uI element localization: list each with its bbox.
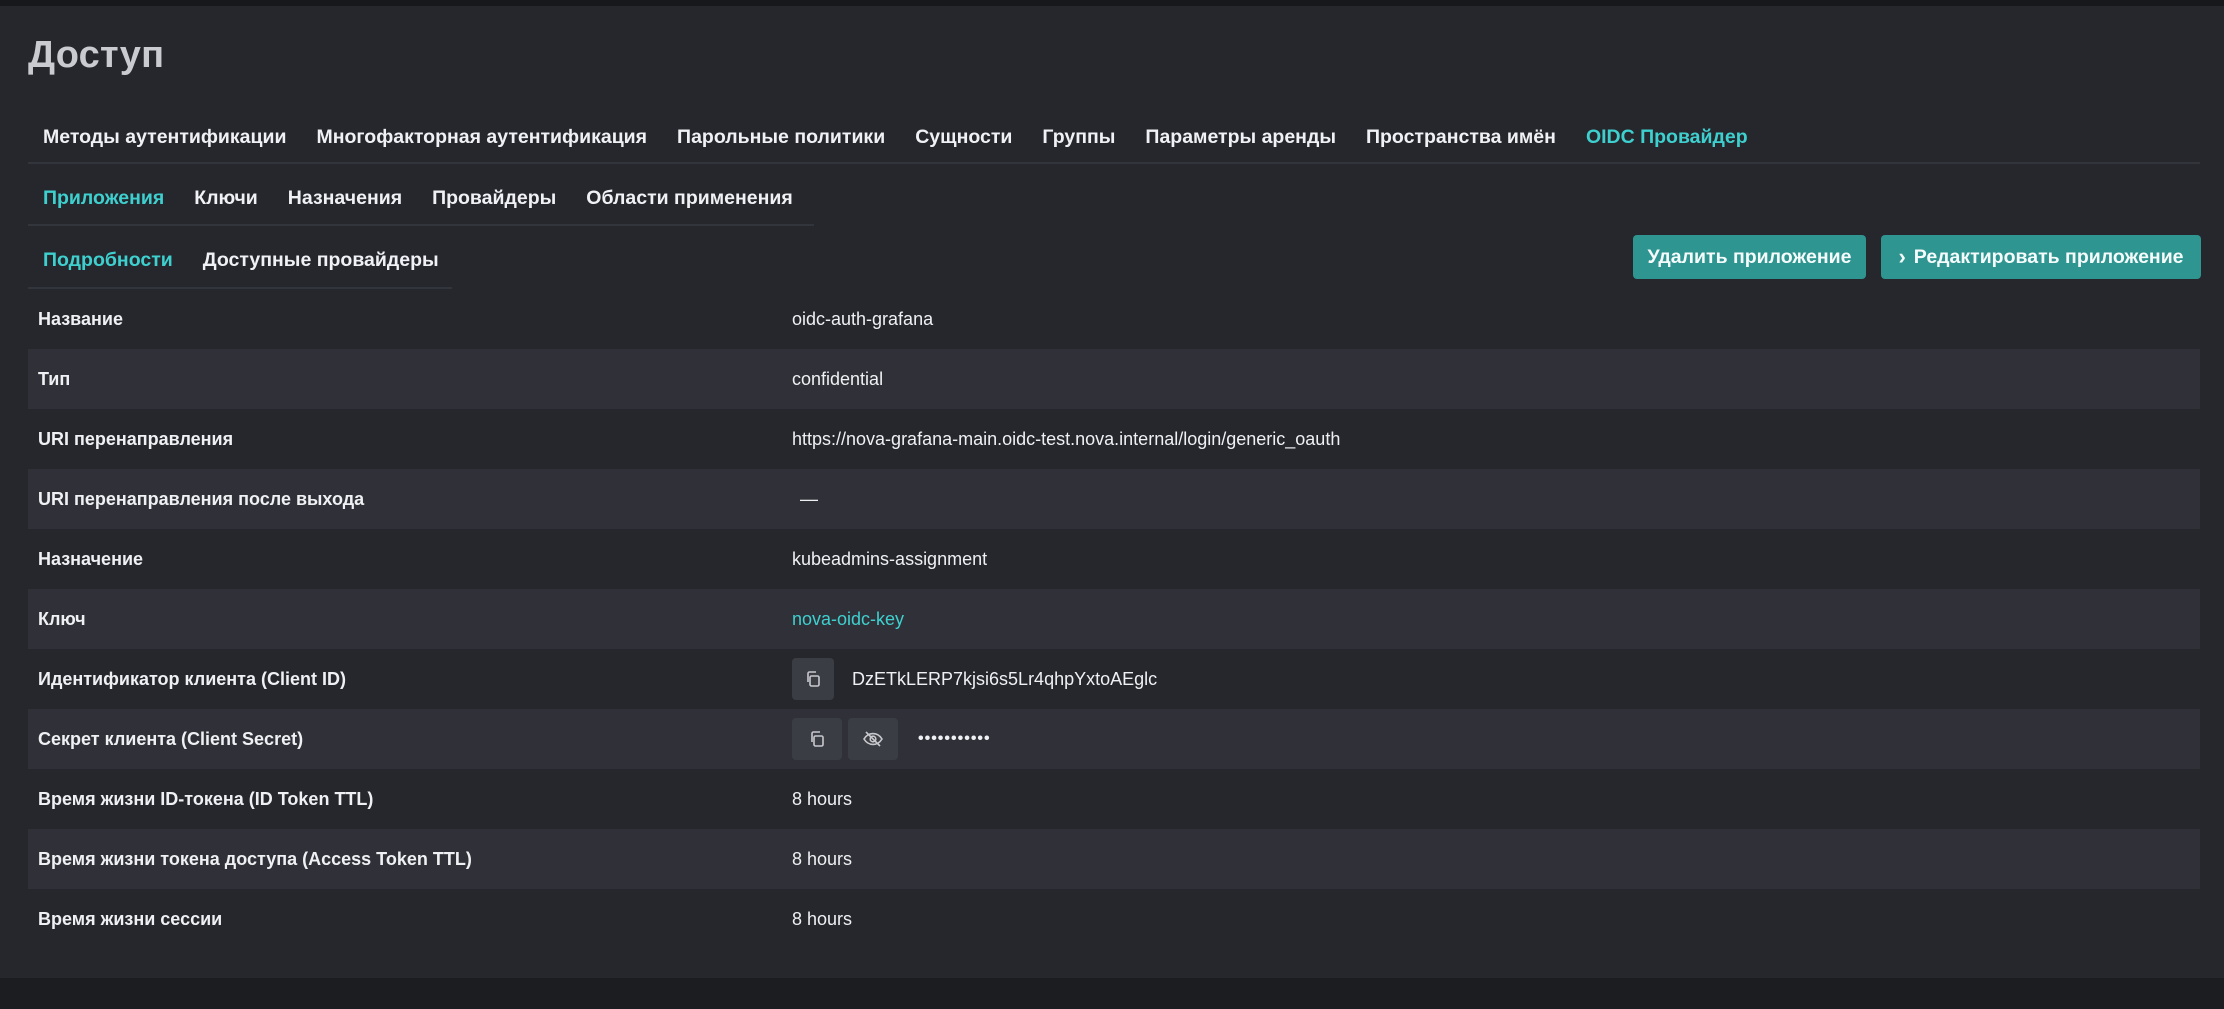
tab-groups[interactable]: Группы [1027,112,1130,164]
tab-namespaces[interactable]: Пространства имён [1351,112,1571,164]
edit-application-button[interactable]: › Редактировать приложение [1881,235,2201,279]
detail-label: Идентификатор клиента (Client ID) [38,668,346,689]
page-footer-area [0,978,2224,1009]
detail-row-access-token-ttl: Время жизни токена доступа (Access Token… [28,829,2200,889]
eye-off-icon [863,731,883,747]
detail-label: Название [38,308,123,329]
detail-value-assignment: kubeadmins-assignment [792,548,988,569]
detail-label: Время жизни сессии [38,908,223,929]
tab-available-providers[interactable]: Доступные провайдеры [188,234,454,289]
detail-row-redirect-uri: URI перенаправления https://nova-grafana… [28,409,2200,469]
detail-label: Время жизни токена доступа (Access Token… [38,848,472,869]
tab-applications[interactable]: Приложения [28,172,180,226]
detail-label: URI перенаправления [38,428,234,449]
delete-application-label: Удалить приложение [1647,245,1852,268]
tab-entities[interactable]: Сущности [900,112,1027,164]
page-title: Доступ [28,34,165,76]
detail-row-logout-redirect-uri: URI перенаправления после выхода — [28,469,2200,529]
tab-keys[interactable]: Ключи [179,172,273,226]
detail-value-client-secret-wrap: ••••••••••• [792,718,991,760]
key-link[interactable]: nova-oidc-key [792,609,904,630]
copy-icon [811,731,824,747]
detail-row-name: Название oidc-auth-grafana [28,289,2200,349]
tab-providers[interactable]: Провайдеры [417,172,571,226]
detail-row-session-ttl: Время жизни сессии 8 hours [28,889,2200,949]
detail-row-assignment: Назначение kubeadmins-assignment [28,529,2200,589]
detail-value-client-id-wrap: DzETkLERP7kjsi6s5Lr4qhpYxtoAEglc [792,658,1157,700]
detail-value-client-id: DzETkLERP7kjsi6s5Lr4qhpYxtoAEglc [852,668,1158,689]
detail-value-name: oidc-auth-grafana [792,308,934,329]
copy-client-secret-button[interactable] [792,718,842,760]
tab-password-policies[interactable]: Парольные политики [662,112,900,164]
application-details-table: Название oidc-auth-grafana Тип confident… [28,289,2200,949]
detail-label: Тип [38,368,71,389]
detail-row-client-secret: Секрет клиента (Client Secret) •••••••••… [28,709,2200,769]
detail-value-redirect-uri: https://nova-grafana-main.oidc-test.nova… [792,428,1341,449]
copy-icon [807,671,820,687]
detail-value-logout-redirect-uri: — [800,488,818,509]
detail-value-access-token-ttl: 8 hours [792,848,853,869]
detail-label: Время жизни ID-токена (ID Token TTL) [38,788,374,809]
detail-label: Назначение [38,548,144,569]
detail-value-type: confidential [792,368,884,389]
tab-auth-methods[interactable]: Методы аутентификации [28,112,301,164]
chevron-right-icon: › [1898,244,1906,269]
access-tabs: Методы аутентификации Многофакторная аут… [28,112,1763,164]
delete-application-button[interactable]: Удалить приложение [1633,235,1866,279]
detail-value-session-ttl: 8 hours [792,908,853,929]
detail-value-client-secret: ••••••••••• [918,730,991,747]
access-tabs-divider [28,162,2200,164]
detail-row-id-token-ttl: Время жизни ID-токена (ID Token TTL) 8 h… [28,769,2200,829]
application-tabs: Подробности Доступные провайдеры [28,234,454,289]
tab-oidc-provider[interactable]: OIDC Провайдер [1570,112,1763,164]
detail-value-id-token-ttl: 8 hours [792,788,853,809]
tab-assignments[interactable]: Назначения [273,172,417,226]
copy-client-id-button[interactable] [792,658,834,700]
oidc-tabs: Приложения Ключи Назначения Провайдеры О… [28,172,808,226]
tab-details[interactable]: Подробности [28,234,188,289]
detail-label: Ключ [38,608,86,629]
detail-row-type: Тип confidential [28,349,2200,409]
tab-scopes[interactable]: Области применения [571,172,807,226]
detail-label: Секрет клиента (Client Secret) [38,728,304,749]
tab-leases[interactable]: Параметры аренды [1130,112,1351,164]
detail-row-client-id: Идентификатор клиента (Client ID) DzETkL… [28,649,2200,709]
toggle-secret-visibility-button[interactable] [848,718,898,760]
detail-row-key: Ключ nova-oidc-key [28,589,2200,649]
detail-label: URI перенаправления после выхода [38,488,365,509]
tab-mfa[interactable]: Многофакторная аутентификация [301,112,662,164]
edit-application-label: Редактировать приложение [1913,245,2184,268]
oidc-tabs-divider [28,224,814,226]
